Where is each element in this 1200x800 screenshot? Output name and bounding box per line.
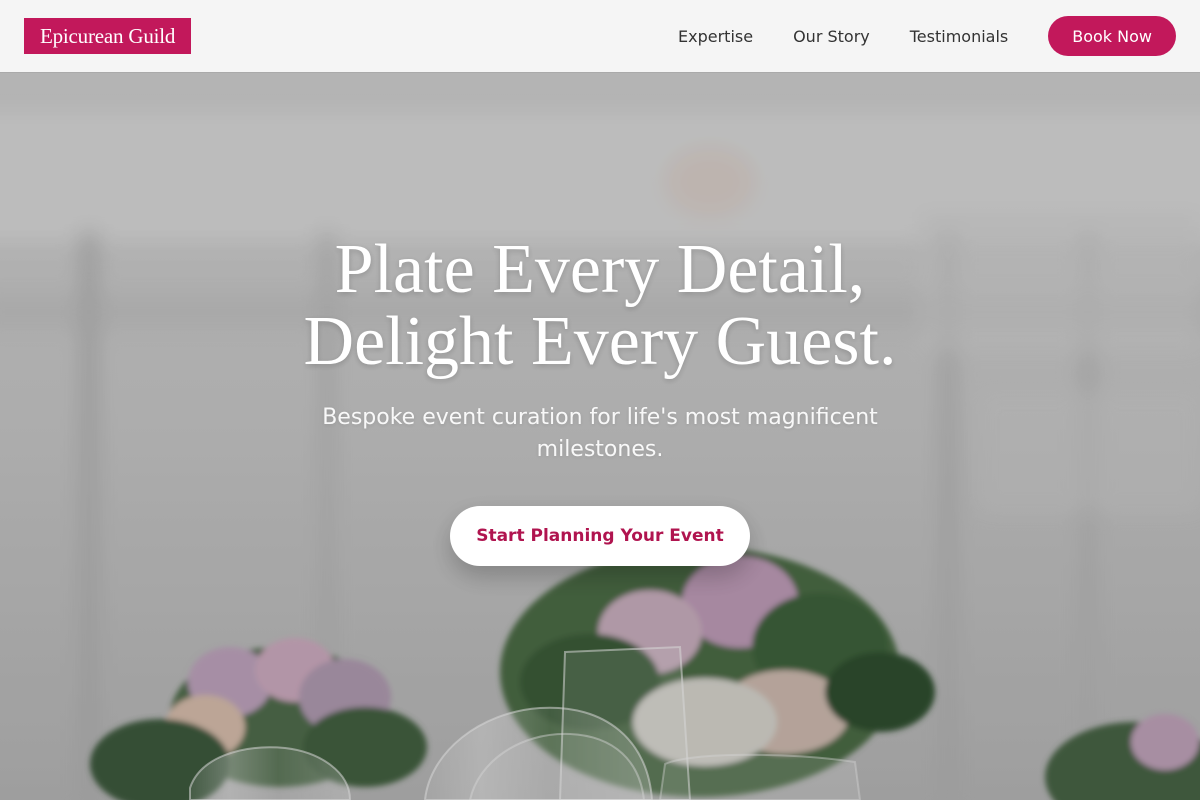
site-header: Epicurean Guild Expertise Our Story Test… [0,0,1200,72]
hero-title-line-2: Delight Every Guest. [303,303,897,380]
start-planning-button[interactable]: Start Planning Your Event [450,506,750,566]
main-nav: Expertise Our Story Testimonials Book No… [678,16,1176,56]
nav-link-testimonials[interactable]: Testimonials [910,27,1009,46]
nav-link-expertise[interactable]: Expertise [678,27,753,46]
book-now-button[interactable]: Book Now [1048,16,1176,56]
hero-title-line-1: Plate Every Detail, [334,231,866,308]
hero-section: Plate Every Detail, Delight Every Guest.… [0,72,1200,800]
hero-content: Plate Every Detail, Delight Every Guest.… [0,72,1200,800]
hero-subtitle: Bespoke event curation for life's most m… [322,405,878,462]
nav-link-our-story[interactable]: Our Story [793,27,870,46]
hero-title: Plate Every Detail, Delight Every Guest. [0,234,1200,378]
brand-logo[interactable]: Epicurean Guild [24,18,192,54]
